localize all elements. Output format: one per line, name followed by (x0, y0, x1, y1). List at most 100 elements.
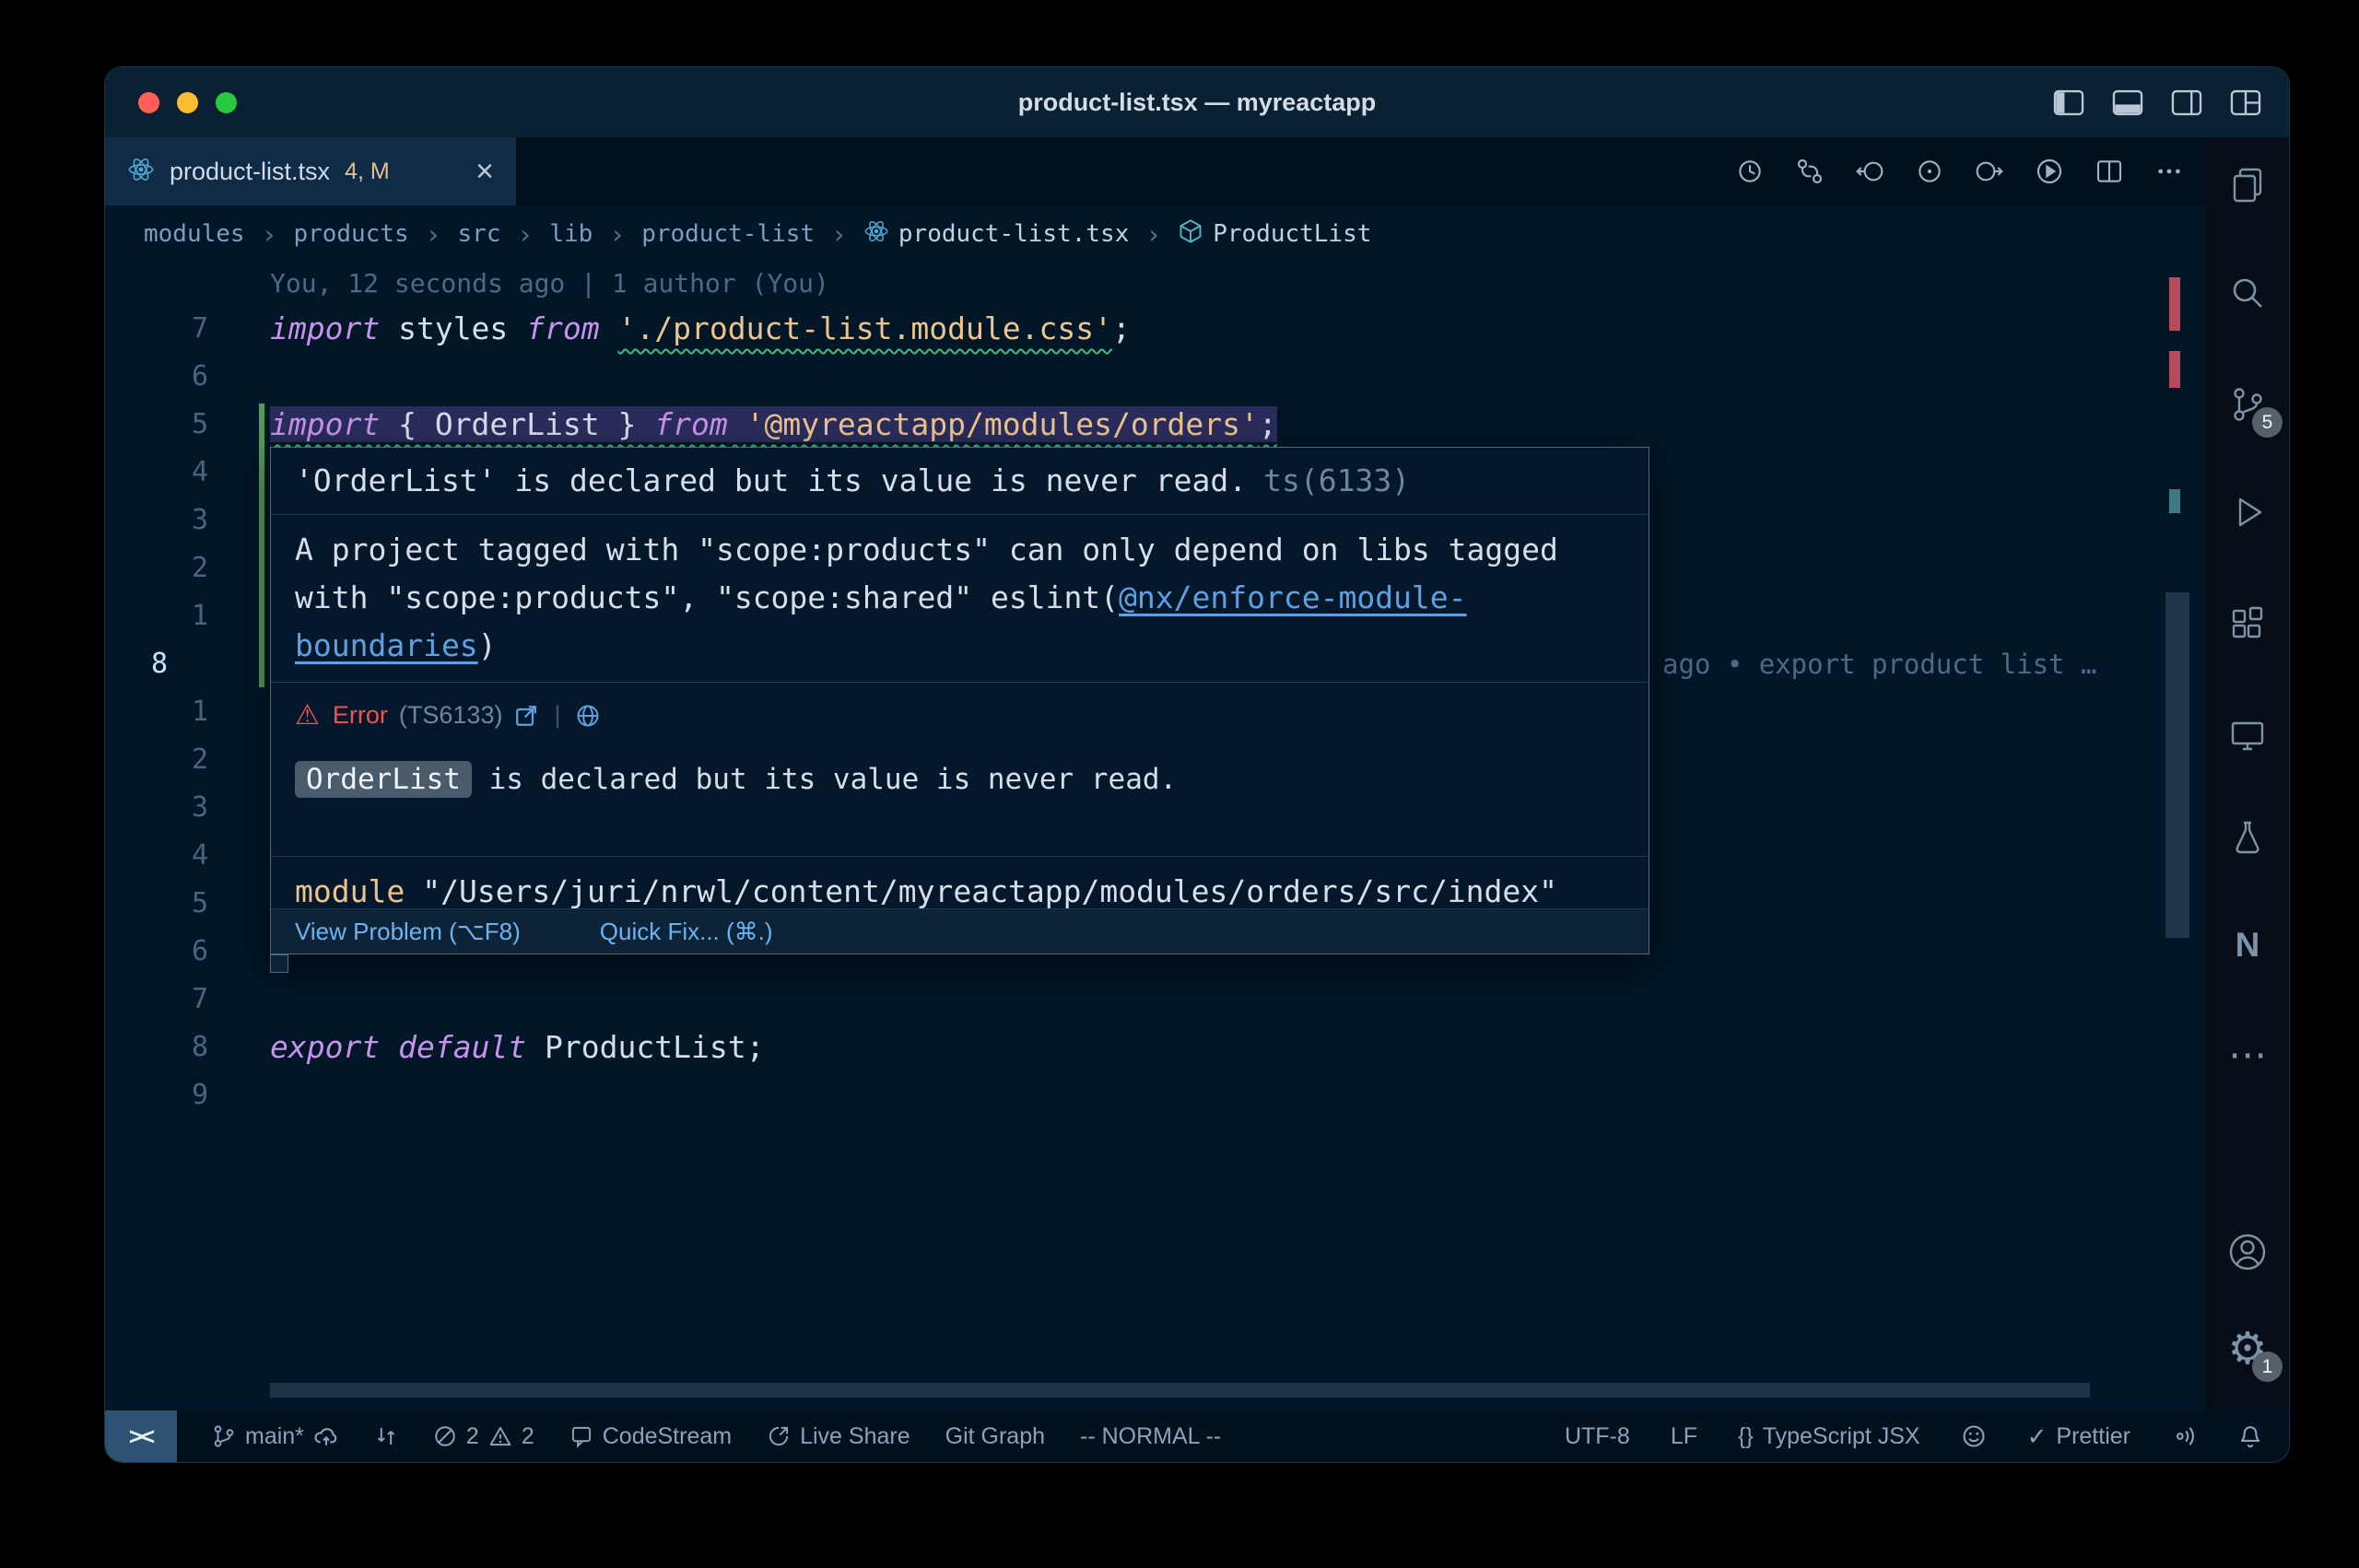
line-number[interactable]: 9 (105, 1071, 208, 1119)
line-number[interactable]: 6 (105, 928, 208, 976)
compare-changes-icon[interactable] (1795, 157, 1825, 186)
remote-explorer-icon[interactable] (2218, 706, 2277, 765)
toggle-panel-icon[interactable] (2112, 89, 2143, 116)
notifications-bell-item[interactable] (2237, 1423, 2263, 1449)
code-line[interactable]: 9 (105, 1071, 2208, 1119)
prettier-label: Prettier (2056, 1423, 2130, 1450)
compare-branches-item[interactable] (374, 1424, 398, 1448)
vscode-window: product-list.tsx — myreactapp product-li… (104, 66, 2290, 1463)
module-path: "/Users/juri/nrwl/content/myreactapp/mod… (422, 873, 1557, 909)
code-token: import (270, 406, 380, 442)
live-share-label: Live Share (800, 1423, 910, 1450)
code-content[interactable]: import { OrderList } from '@myreactapp/m… (270, 401, 1277, 449)
feedback-smiley-item[interactable] (1961, 1423, 1987, 1449)
chip-message: is declared but its value is never read. (472, 763, 1177, 796)
codestream-status-item[interactable]: CodeStream (569, 1423, 732, 1450)
line-number[interactable]: 4 (105, 449, 208, 497)
status-bar-right: UTF-8 LF {} TypeScript JSX ✓ Prettier (1524, 1422, 2290, 1451)
error-severity-label: Error (333, 701, 388, 730)
editor-actions (1735, 137, 2184, 205)
eol-label: LF (1671, 1423, 1697, 1450)
blame-icon[interactable] (1915, 157, 1944, 186)
line-number[interactable]: 7 (105, 976, 208, 1024)
language-status-item[interactable]: {} TypeScript JSX (1738, 1423, 1920, 1450)
account-icon[interactable] (2218, 1223, 2277, 1281)
git-graph-status-item[interactable]: Git Graph (945, 1423, 1045, 1450)
tab-label: product-list.tsx (170, 158, 330, 186)
run-file-icon[interactable] (2035, 157, 2064, 186)
line-number[interactable]: 4 (105, 832, 208, 880)
vertical-scrollbar[interactable] (2165, 592, 2189, 938)
breadcrumb-separator: › (426, 219, 441, 250)
code-line[interactable]: 8 export default ProductList; (105, 1024, 2208, 1071)
line-number[interactable]: 3 (105, 784, 208, 832)
broadcast-status-item[interactable] (2171, 1423, 2197, 1449)
line-number[interactable]: 2 (105, 736, 208, 784)
status-bar: >< main* 2 2 (105, 1410, 2290, 1462)
toggle-primary-sidebar-icon[interactable] (2053, 89, 2084, 116)
more-views-icon[interactable]: ⋯ (2218, 1024, 2277, 1083)
globe-icon[interactable] (575, 703, 601, 729)
toggle-secondary-sidebar-icon[interactable] (2171, 89, 2202, 116)
eslint-rule-link[interactable]: boundaries (295, 627, 478, 663)
breadcrumb-symbol-label: ProductList (1213, 220, 1371, 248)
error-circle-icon (433, 1424, 457, 1448)
breadcrumb-separator: › (609, 219, 625, 250)
search-icon[interactable] (2218, 263, 2277, 322)
problems-status-item[interactable]: 2 2 (433, 1423, 534, 1450)
remote-indicator[interactable]: >< (105, 1410, 177, 1462)
timeline-icon[interactable] (1735, 157, 1765, 186)
code-line[interactable]: 7 (105, 976, 2208, 1024)
next-change-icon[interactable] (1975, 157, 2004, 186)
nx-console-icon[interactable]: N (2218, 916, 2277, 975)
line-number[interactable]: 7 (105, 305, 208, 353)
view-problem-button[interactable]: View Problem (⌥F8) (295, 918, 521, 946)
live-share-status-item[interactable]: Live Share (767, 1423, 910, 1450)
vim-mode-indicator[interactable]: -- NORMAL -- (1080, 1423, 1221, 1450)
code-content[interactable]: import styles from './product-list.modul… (270, 305, 1131, 353)
code-line[interactable]: 6 (105, 353, 2208, 401)
customize-layout-icon[interactable] (2230, 89, 2261, 116)
live-share-icon (767, 1424, 791, 1448)
run-and-debug-icon[interactable] (2218, 483, 2277, 542)
encoding-status-item[interactable]: UTF-8 (1565, 1423, 1630, 1450)
breadcrumb-item-file[interactable]: product-list.tsx (863, 218, 1129, 251)
quick-fix-button[interactable]: Quick Fix... (⌘.) (600, 918, 773, 946)
previous-change-icon[interactable] (1855, 157, 1884, 186)
breadcrumb-item-lib[interactable]: lib (549, 220, 593, 248)
line-number[interactable]: 3 (105, 497, 208, 544)
line-number[interactable]: 5 (105, 401, 208, 449)
settings-gear-icon[interactable]: ⚙ 1 (2218, 1319, 2277, 1378)
open-external-icon[interactable] (513, 703, 539, 729)
branch-status-item[interactable]: main* (212, 1423, 339, 1450)
testing-icon[interactable] (2218, 808, 2277, 867)
code-content[interactable]: export default ProductList; (270, 1024, 764, 1071)
line-number[interactable]: 1 (105, 592, 208, 640)
line-number[interactable]: 6 (105, 353, 208, 401)
tab-product-list[interactable]: product-list.tsx 4, M × (105, 137, 516, 205)
explorer-icon[interactable] (2218, 156, 2277, 215)
code-line[interactable]: 7 import styles from './product-list.mod… (105, 305, 2208, 353)
prettier-status-item[interactable]: ✓ Prettier (2027, 1422, 2130, 1451)
close-tab-icon[interactable]: × (475, 156, 494, 187)
extensions-icon[interactable] (2218, 593, 2277, 652)
line-number[interactable]: 8 (105, 1024, 208, 1071)
breadcrumb-item-src[interactable]: src (458, 220, 501, 248)
line-number[interactable]: 1 (105, 688, 208, 736)
code-line[interactable]: 5 import { OrderList } from '@myreactapp… (105, 401, 2208, 449)
breadcrumb-item-modules[interactable]: modules (144, 220, 245, 248)
more-actions-icon[interactable] (2154, 157, 2184, 186)
current-line-number[interactable]: 8 (105, 640, 208, 688)
tooltip-resize-grip[interactable] (270, 954, 288, 973)
breadcrumb-item-product-list[interactable]: product-list (641, 220, 815, 248)
eslint-rule-link[interactable]: @nx/enforce-module- (1119, 579, 1467, 615)
split-editor-icon[interactable] (2095, 157, 2124, 186)
line-number[interactable]: 5 (105, 880, 208, 928)
breadcrumb-item-products[interactable]: products (293, 220, 408, 248)
source-control-icon[interactable]: 5 (2218, 375, 2277, 434)
line-number[interactable]: 2 (105, 544, 208, 592)
eol-status-item[interactable]: LF (1671, 1423, 1697, 1450)
horizontal-scrollbar[interactable] (270, 1383, 2090, 1398)
breadcrumb-item-symbol[interactable]: ProductList (1178, 218, 1371, 251)
eslint-message-line: ) (478, 627, 497, 663)
